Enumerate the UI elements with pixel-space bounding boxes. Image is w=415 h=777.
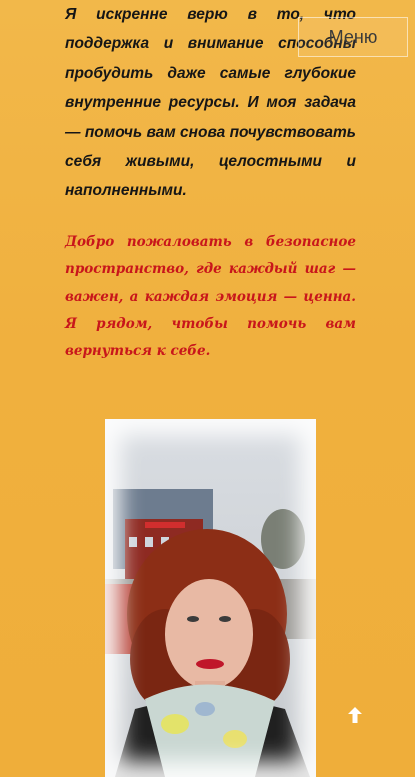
arrow-up-icon <box>348 707 362 723</box>
welcome-paragraph: Добро пожаловать в безопасное пространст… <box>65 234 356 360</box>
portrait-photo <box>105 419 316 777</box>
menu-button[interactable]: Меню <box>298 17 408 57</box>
menu-button-label: Меню <box>328 26 378 47</box>
scroll-to-top-button[interactable] <box>344 704 366 726</box>
